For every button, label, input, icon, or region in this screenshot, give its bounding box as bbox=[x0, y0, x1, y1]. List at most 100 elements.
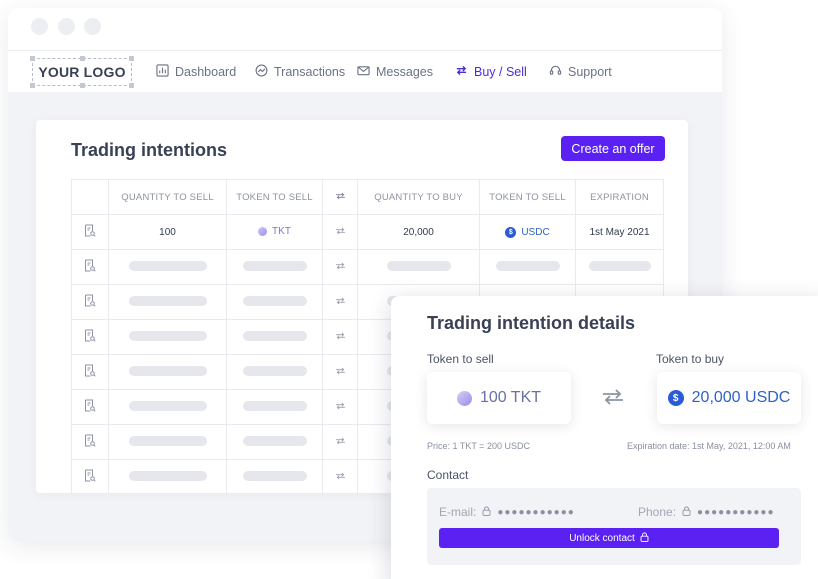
receipt-icon[interactable] bbox=[71, 214, 109, 250]
token-label: USDC bbox=[521, 227, 550, 238]
swap-icon bbox=[455, 64, 468, 80]
buy-value: 20,000 USDC bbox=[691, 389, 791, 406]
nav-item-messages[interactable]: Messages bbox=[357, 64, 433, 80]
nav-item-buy-sell[interactable]: Buy / Sell bbox=[455, 64, 527, 80]
nav-label: Transactions bbox=[274, 65, 346, 79]
receipt-icon[interactable] bbox=[71, 249, 109, 285]
unlock-contact-button[interactable]: Unlock contact bbox=[439, 528, 779, 548]
receipt-icon[interactable] bbox=[71, 459, 109, 493]
receipt-icon[interactable] bbox=[71, 319, 109, 355]
placeholder-cell bbox=[108, 354, 227, 390]
placeholder-cell bbox=[226, 249, 323, 285]
receipt-icon[interactable] bbox=[71, 424, 109, 460]
placeholder-cell bbox=[108, 459, 227, 493]
swap-icon bbox=[322, 284, 358, 320]
title-bar bbox=[8, 8, 722, 50]
envelope-icon bbox=[357, 64, 370, 80]
window-minimize-button[interactable] bbox=[58, 18, 75, 35]
table-row[interactable]: 100 TKT 20,000 $ USDC 1st May 2021 bbox=[71, 214, 664, 250]
trading-intention-details-panel: Trading intention details Token to sell … bbox=[391, 296, 818, 579]
table-header-row: QUANTITY TO SELL TOKEN TO SELL QUANTITY … bbox=[71, 179, 664, 215]
placeholder-cell bbox=[575, 249, 664, 285]
placeholder-cell bbox=[226, 424, 323, 460]
quantity-to-sell-cell: 100 bbox=[108, 214, 227, 250]
nav-label: Support bbox=[568, 65, 612, 79]
logo[interactable]: YOUR LOGO bbox=[30, 56, 134, 88]
placeholder-cell bbox=[226, 459, 323, 493]
token-to-buy-label: Token to buy bbox=[656, 352, 725, 366]
col-header-expiration: EXPIRATION bbox=[575, 179, 664, 215]
col-header-icon bbox=[71, 179, 109, 215]
window-maximize-button[interactable] bbox=[84, 18, 101, 35]
placeholder-cell bbox=[108, 389, 227, 425]
placeholder-cell bbox=[108, 284, 227, 320]
nav-label: Messages bbox=[376, 65, 433, 79]
token-to-buy-cell: $ USDC bbox=[479, 214, 576, 250]
logo-text: YOUR LOGO bbox=[38, 64, 126, 80]
price-text: Price: 1 TKT = 200 USDC bbox=[427, 441, 530, 451]
contact-label: Contact bbox=[427, 468, 469, 482]
tkt-token-icon bbox=[258, 226, 268, 236]
lock-icon bbox=[682, 505, 691, 519]
usdc-token-icon: $ bbox=[667, 390, 684, 406]
token-to-sell-label: Token to sell bbox=[427, 352, 494, 366]
expiration-cell: 1st May 2021 bbox=[575, 214, 664, 250]
phone-field: Phone: ●●●●●●●●●●● bbox=[638, 505, 775, 519]
placeholder-cell bbox=[226, 319, 323, 355]
placeholder-cell bbox=[108, 424, 227, 460]
clock-icon bbox=[255, 64, 268, 80]
quantity-to-buy-cell: 20,000 bbox=[357, 214, 480, 250]
nav-item-support[interactable]: Support bbox=[549, 64, 612, 80]
token-to-sell-box: 100 TKT bbox=[427, 372, 571, 424]
top-navbar: YOUR LOGO Dashboard Transactions Message… bbox=[8, 50, 722, 92]
contact-box: E-mail: ●●●●●●●●●●● Phone: ●●●●●●●●●●● U… bbox=[427, 488, 801, 565]
email-field: E-mail: ●●●●●●●●●●● bbox=[439, 505, 575, 519]
details-title: Trading intention details bbox=[427, 313, 636, 333]
swap-icon bbox=[601, 388, 625, 411]
page-title: Trading intentions bbox=[71, 140, 227, 160]
headset-icon bbox=[549, 64, 562, 80]
unlock-label: Unlock contact bbox=[569, 532, 635, 544]
swap-icon bbox=[322, 214, 358, 250]
table-row-placeholder[interactable] bbox=[71, 249, 664, 285]
swap-icon bbox=[322, 424, 358, 460]
col-header-token-to-buy: TOKEN TO SELL bbox=[479, 179, 576, 215]
swap-icon bbox=[322, 319, 358, 355]
lock-icon bbox=[640, 531, 649, 545]
placeholder-cell bbox=[226, 389, 323, 425]
col-header-quantity-to-buy: QUANTITY TO BUY bbox=[357, 179, 480, 215]
nav-item-dashboard[interactable]: Dashboard bbox=[156, 64, 236, 80]
sell-value: 100 TKT bbox=[479, 389, 542, 406]
receipt-icon[interactable] bbox=[71, 389, 109, 425]
nav-item-transactions[interactable]: Transactions bbox=[255, 64, 345, 80]
window-close-button[interactable] bbox=[31, 18, 48, 35]
nav-label: Buy / Sell bbox=[474, 65, 527, 79]
token-to-buy-box: $ 20,000 USDC bbox=[657, 372, 801, 424]
placeholder-cell bbox=[479, 249, 576, 285]
placeholder-cell bbox=[357, 249, 480, 285]
email-masked: ●●●●●●●●●●● bbox=[497, 506, 575, 518]
col-header-quantity-to-sell: QUANTITY TO SELL bbox=[108, 179, 227, 215]
placeholder-cell bbox=[226, 284, 323, 320]
swap-icon bbox=[322, 249, 358, 285]
receipt-icon[interactable] bbox=[71, 354, 109, 390]
create-offer-button[interactable]: Create an offer bbox=[561, 136, 665, 161]
expiration-text: Expiration date: 1st May, 2021, 12:00 AM bbox=[627, 441, 791, 451]
nav-label: Dashboard bbox=[175, 65, 237, 79]
email-label: E-mail: bbox=[439, 505, 477, 519]
swap-icon bbox=[322, 459, 358, 493]
placeholder-cell bbox=[226, 354, 323, 390]
placeholder-cell bbox=[108, 249, 227, 285]
swap-icon bbox=[322, 354, 358, 390]
phone-masked: ●●●●●●●●●●● bbox=[697, 506, 775, 518]
swap-icon bbox=[322, 179, 358, 215]
col-header-token-to-sell: TOKEN TO SELL bbox=[226, 179, 323, 215]
receipt-icon[interactable] bbox=[71, 284, 109, 320]
token-to-sell-cell: TKT bbox=[226, 214, 323, 250]
lock-icon bbox=[482, 505, 491, 519]
usdc-token-icon: $ bbox=[505, 227, 517, 238]
chart-icon bbox=[156, 64, 169, 80]
phone-label: Phone: bbox=[638, 505, 677, 519]
placeholder-cell bbox=[108, 319, 227, 355]
token-label: TKT bbox=[272, 225, 291, 237]
